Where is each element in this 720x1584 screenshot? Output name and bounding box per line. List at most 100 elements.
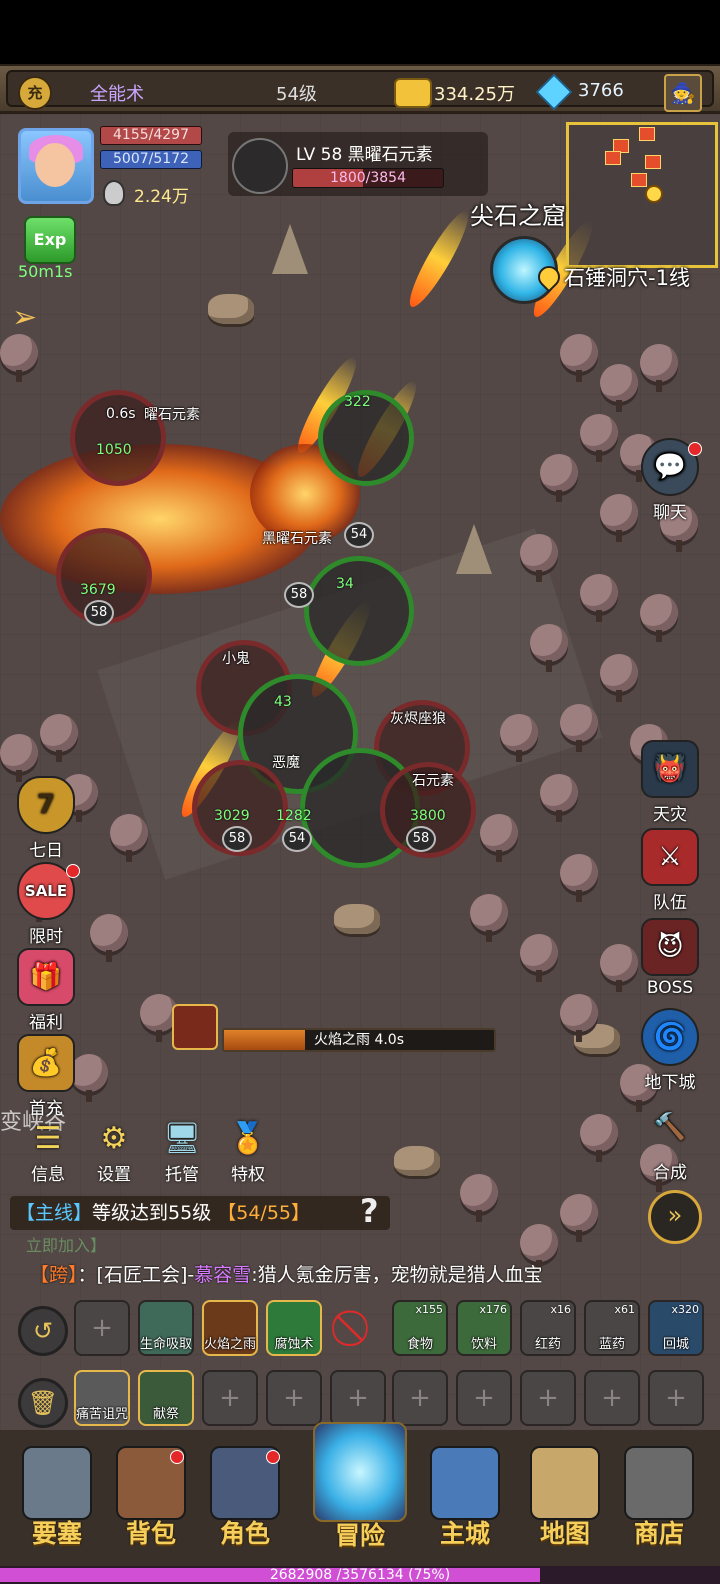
tree: [540, 454, 578, 502]
location-text: 石锤洞穴-1线: [564, 266, 690, 290]
tree: [460, 1174, 498, 1222]
player-avatar[interactable]: [18, 128, 94, 204]
skill-slot-empty[interactable]: [266, 1370, 322, 1426]
unit-name: 石元素: [412, 773, 454, 789]
chat-sender[interactable]: 慕容雪: [194, 1264, 251, 1286]
skill-slot-empty[interactable]: [456, 1370, 512, 1426]
skull-mask-icon: 👹: [641, 740, 699, 798]
minimap[interactable]: [566, 122, 718, 268]
info-button[interactable]: ☰ 信息: [16, 1118, 80, 1185]
nav-map[interactable]: 地图: [520, 1446, 610, 1550]
zone-area-name: 尖石之窟: [470, 202, 566, 230]
skill-slot-empty[interactable]: [392, 1370, 448, 1426]
boss-button-label: BOSS: [646, 978, 694, 998]
join-hint[interactable]: 立即加入】: [26, 1232, 106, 1256]
main-quest-tracker[interactable]: 【主线】等级达到55级 【54/55】: [10, 1196, 390, 1230]
boulder: [208, 294, 254, 324]
auto-hosting-button[interactable]: 🖥 托管: [150, 1118, 214, 1185]
item-slot-red-potion[interactable]: x16 红药: [520, 1300, 576, 1356]
item-count: x61: [614, 1303, 635, 1316]
chat-message[interactable]: 【跨】：[石匠工会]-慕容雪:猎人氪金厉害，宠物就是猎人血宝: [30, 1260, 543, 1287]
battle-area[interactable]: 曜石元素 1050 0.6s 3679 58 黑曜石元素 322 54 34 5…: [0, 360, 480, 880]
skill-slot-empty[interactable]: [202, 1370, 258, 1426]
welfare-button[interactable]: 🎁 福利: [10, 948, 82, 1033]
skill-slot-sacrifice[interactable]: 献祭: [138, 1370, 194, 1426]
skill-slot-empty[interactable]: [520, 1370, 576, 1426]
nav-main-city[interactable]: 主城: [420, 1446, 510, 1550]
auto-hosting-label: 托管: [165, 1165, 199, 1185]
privilege-button[interactable]: 🏅 特权: [216, 1118, 280, 1185]
auto-play-arrow-icon[interactable]: »: [648, 1190, 702, 1244]
trash-can-icon[interactable]: 🗑: [18, 1378, 68, 1428]
minimap-player-pin: [645, 185, 663, 203]
location-channel[interactable]: 石锤洞穴-1线: [540, 262, 690, 292]
ally-unit[interactable]: [304, 556, 414, 666]
exp-buff-timer: 50m1s: [18, 262, 73, 281]
tree: [560, 334, 598, 382]
nav-adventure[interactable]: 冒险: [310, 1422, 410, 1552]
item-label: 食物: [406, 1337, 433, 1352]
nav-label: 背包: [125, 1519, 176, 1548]
item-slot-food[interactable]: x155 食物: [392, 1300, 448, 1356]
skill-slot-empty[interactable]: [648, 1370, 704, 1426]
settings-button[interactable]: ⚙ 设置: [82, 1118, 146, 1185]
notification-dot: [688, 442, 702, 456]
unit-level-badge: 58: [84, 600, 114, 626]
chat-separator: ：: [77, 1264, 97, 1286]
tree: [580, 1114, 618, 1162]
skill-slot-corrosion[interactable]: 腐蚀术: [266, 1300, 322, 1356]
treasure-chest-icon: 💰: [17, 1034, 75, 1092]
skill-slot-pain-curse[interactable]: 痛苦诅咒: [74, 1370, 130, 1426]
unit-hp: 322: [344, 394, 371, 410]
unit-level-badge: 54: [282, 826, 312, 852]
recharge-emblem-icon[interactable]: 充: [18, 76, 52, 110]
nav-fortress[interactable]: 要塞: [12, 1446, 102, 1550]
gold-coin-icon[interactable]: [394, 78, 432, 108]
calamity-button[interactable]: 👹 天灾: [634, 740, 706, 825]
tree: [520, 1224, 558, 1272]
chat-button[interactable]: 💬 聊天: [634, 438, 706, 523]
item-slot-drink[interactable]: x176 饮料: [456, 1300, 512, 1356]
exp-buff-icon[interactable]: Exp: [24, 216, 76, 264]
gift-box-icon: 🎁: [17, 948, 75, 1006]
dungeon-button[interactable]: 🌀 地下城: [634, 1008, 706, 1093]
minimap-enemy-marker: [645, 155, 661, 169]
question-mark-icon[interactable]: ?: [360, 1192, 390, 1230]
nav-shop[interactable]: 商店: [614, 1446, 704, 1550]
nav-backpack[interactable]: 背包: [106, 1446, 196, 1550]
boss-button[interactable]: 😈 BOSS: [634, 918, 706, 998]
demon-head-icon: 😈: [641, 918, 699, 976]
unit-name: 恶魔: [272, 755, 300, 771]
rock-spike: [272, 224, 308, 274]
unit-timer: 0.6s: [106, 406, 136, 422]
disable-autocast-icon[interactable]: ⃠: [330, 1300, 386, 1356]
craft-button[interactable]: 🔨 合成: [634, 1098, 706, 1183]
wizard-hat-icon[interactable]: 🧙: [664, 74, 702, 112]
minimap-enemy-marker: [605, 151, 621, 165]
unit-level-badge: 54: [344, 522, 374, 548]
item-count: x176: [479, 1303, 507, 1316]
skill-slot-empty[interactable]: [74, 1300, 130, 1356]
target-panel[interactable]: LV 58 黑曜石元素 1800/3854: [228, 132, 488, 196]
item-count: x320: [671, 1303, 699, 1316]
skill-slot-empty[interactable]: [584, 1370, 640, 1426]
skill-slot-fire-rain[interactable]: 火焰之雨: [202, 1300, 258, 1356]
item-slot-blue-potion[interactable]: x61 蓝药: [584, 1300, 640, 1356]
swap-hotbar-icon[interactable]: ↺: [18, 1306, 68, 1356]
boulder: [394, 1146, 440, 1176]
notification-dot: [266, 1450, 280, 1464]
tree: [580, 414, 618, 462]
team-button[interactable]: ⚔ 队伍: [634, 828, 706, 913]
nav-label: 商店: [633, 1519, 684, 1548]
item-slot-return-town[interactable]: x320 回城: [648, 1300, 704, 1356]
cast-skill-name: 火焰之雨: [313, 1032, 370, 1048]
menu-lines-icon: ☰: [34, 1121, 62, 1156]
active-skill-name[interactable]: 全能术: [90, 80, 144, 106]
skill-slot-empty[interactable]: [330, 1370, 386, 1426]
skill-slot-life-drain[interactable]: 生命吸取: [138, 1300, 194, 1356]
target-portrait-icon: [232, 138, 288, 194]
monitor-icon: 🖥: [162, 1121, 202, 1156]
expand-arrow-icon[interactable]: ➢: [12, 300, 48, 336]
nav-character[interactable]: 角色: [200, 1446, 290, 1550]
nav-label: 主城: [439, 1519, 490, 1548]
